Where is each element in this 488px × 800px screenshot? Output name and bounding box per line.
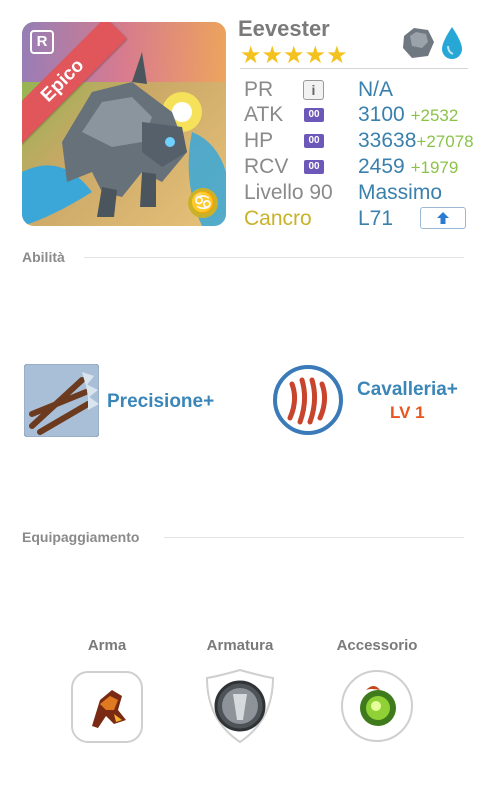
rcv-value-row: 2459 +1979 [358,155,458,179]
armor-slot[interactable] [203,668,277,749]
accessory-slot[interactable] [340,668,414,749]
skill-precision-name: Precisione+ [107,391,215,412]
hp-label: HP [244,129,274,152]
element-icons [400,24,470,62]
pr-value: N/A [358,78,394,101]
hero-name: Eevester [238,16,330,41]
hp-value: 33638 [358,129,417,152]
rcv-label: RCV [244,155,289,178]
skill-cavalry-level: LV 1 [390,403,425,422]
equipment-title: Equipaggiamento [22,529,140,545]
precision-skill-icon[interactable] [23,363,100,442]
hp-value-row: 33638+27078 [358,129,474,153]
upgrade-button[interactable] [420,207,466,229]
header-divider [240,68,468,69]
cavalry-skill-icon[interactable] [272,364,344,441]
armor-shield-icon [214,680,266,732]
rcv-plus-badge: 00 [304,160,324,174]
pr-label: PR [244,78,274,101]
arrow-up-icon [437,212,449,224]
weapon-slot[interactable] [70,670,144,749]
zodiac-level-value: L71 [358,207,394,230]
atk-plus-badge: 00 [304,108,324,122]
atk-label: ATK [244,103,284,126]
hp-plus-badge: 00 [304,134,324,148]
rcv-bonus: +1979 [410,158,459,177]
rcv-value: 2459 [358,155,405,178]
hero-portrait[interactable]: Epico R ♋ [22,22,226,226]
zodiac-label: Cancro [244,207,312,230]
atk-value-row: 3100 +2532 [358,103,458,127]
rarity-badge: R [30,30,54,54]
hero-detail-screen: Epico R ♋ Eevester ★★★★★ PR i N/A ATK 00… [0,0,488,800]
abilities-divider [84,257,464,258]
rock-element-icon [403,28,434,58]
accessory-label: Accessorio [336,637,418,654]
armor-label: Armatura [206,637,274,654]
abilities-title: Abilità [22,249,65,265]
level-label: Livello 90 [244,181,333,204]
info-icon[interactable]: i [303,80,324,100]
equipment-divider [164,537,464,538]
hp-bonus: +27078 [416,132,474,151]
skill-cavalry-name: Cavalleria+ [357,379,458,400]
weapon-label: Arma [87,637,127,654]
star-rating: ★★★★★ [240,42,348,69]
atk-value: 3100 [358,103,405,126]
cancer-zodiac-icon: ♋ [188,188,218,218]
level-value: Massimo [358,181,443,204]
water-element-icon [442,27,462,59]
atk-bonus: +2532 [410,106,459,125]
